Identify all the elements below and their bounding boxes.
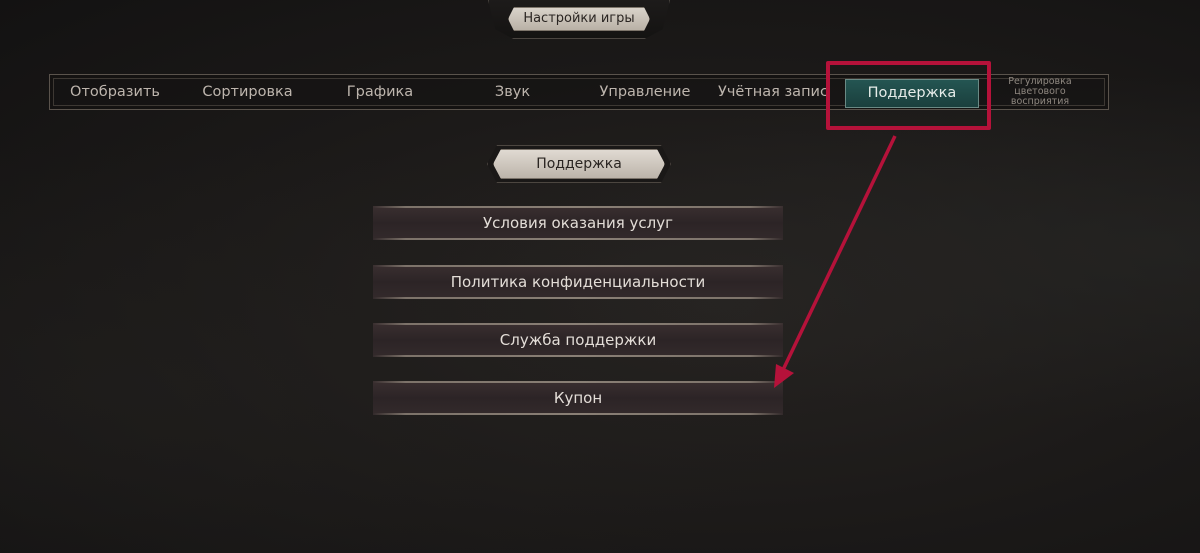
- annotation-arrow: [774, 135, 897, 388]
- arrow-line: [780, 135, 897, 373]
